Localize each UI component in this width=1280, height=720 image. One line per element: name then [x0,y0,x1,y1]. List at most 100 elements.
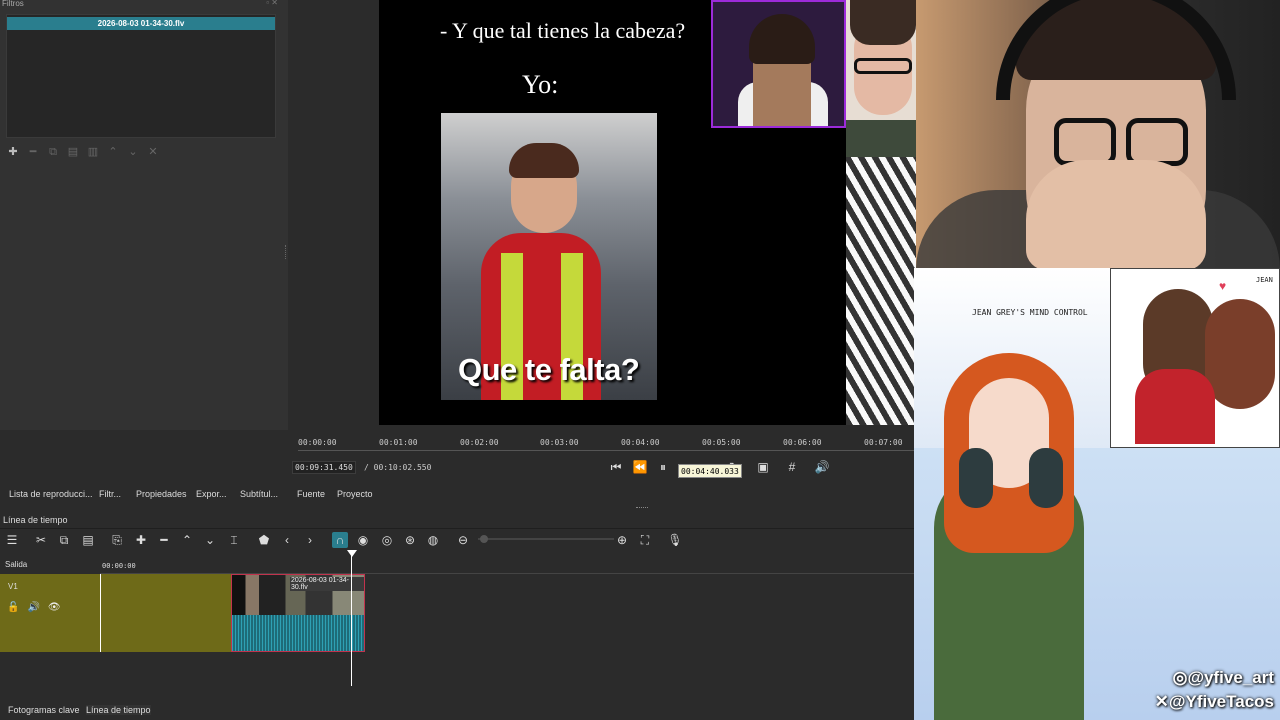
ruler-label: 00:01:00 [379,438,418,447]
rewind-icon[interactable]: ⏪ [632,459,648,475]
grid-icon[interactable]: # [784,459,800,475]
paste-icon[interactable]: ▤ [66,145,80,159]
zoom-in-icon[interactable]: ⊕ [614,532,630,548]
tab-keyframes[interactable]: Fotogramas clave [8,705,80,715]
meme-line-2: Yo: [522,70,559,99]
move-down-icon[interactable]: ⌄ [126,145,140,159]
remove-icon[interactable]: ━ [26,145,40,159]
record-audio-icon[interactable]: 🎙 [667,532,683,548]
track-v1-empty[interactable] [100,574,232,652]
ruler-start-label: 00:00:00 [102,562,136,570]
heart-icon: ♥ [1219,279,1227,293]
ruler-label: 00:00:00 [298,438,337,447]
prev-marker-icon[interactable]: ‹ [279,532,295,548]
tab-filters[interactable]: Filtr... [99,489,121,499]
marker-icon[interactable]: ⬟ [256,532,272,548]
add-icon[interactable]: ✚ [6,145,20,159]
ruler-label: 00:06:00 [783,438,822,447]
ripple-all-icon[interactable]: ⊛ [402,532,418,548]
timeline-toolbar: ☰ ✂ ⧉ ▤ ⎘ ✚ ━ ⌃ ⌄ ⌶ ⬟ ‹ › ∩ ◉ ◎ ⊛ ◍ ⊖ ⊕ … [0,528,914,550]
zoom-out-icon[interactable]: ⊖ [455,532,471,548]
current-timecode-field[interactable]: 00:09:31.450 [292,461,356,474]
transport-bar: 00:00:00 00:01:00 00:02:00 00:03:00 00:0… [288,425,914,485]
timeline-title: Línea de tiempo [3,515,68,525]
playhead-handle[interactable] [347,550,357,557]
tab-properties[interactable]: Propiedades [136,489,187,499]
tab-source[interactable]: Fuente [297,489,325,499]
playhead[interactable] [351,552,352,686]
tab-playlist[interactable]: Lista de reproducci... [9,489,93,499]
filters-panel: Filtros ▫ ✕ 2026-08-03 01-34-30.flv ✚ ━ … [0,0,288,430]
filters-title: Filtros [2,0,24,8]
panel-float-close-controls[interactable]: ▫ ✕ [266,0,278,7]
paste-icon[interactable]: ▤ [80,532,96,548]
tab-timeline[interactable]: Línea de tiempo [86,705,151,715]
scrub-icon[interactable]: ◉ [355,532,371,548]
art-panel-label: JEAN [1256,276,1273,284]
main-webcam [916,0,1280,268]
time-tooltip: 00:04:40.033 [678,464,742,478]
splitter-handle[interactable] [636,507,648,509]
zoom-slider-handle[interactable] [480,535,488,543]
tab-export[interactable]: Expor... [196,489,227,499]
ruler-label: 00:05:00 [702,438,741,447]
clip-waveform [232,615,364,651]
menu-icon[interactable]: ☰ [4,532,20,548]
ripple-markers-icon[interactable]: ◍ [425,532,441,548]
overwrite-icon[interactable]: ⌄ [202,532,218,548]
filters-list[interactable]: 2026-08-03 01-34-30.flv [6,14,276,138]
zoom-fit-icon[interactable]: ⛶ [637,532,653,548]
artist-handles: ◎@yfive_art ✕@YfiveTacos [1155,666,1274,714]
meme-line-1: - Y que tal tienes la cabeza? [440,18,686,43]
copy-icon[interactable]: ⧉ [46,145,60,159]
ripple-icon[interactable]: ◎ [379,532,395,548]
track-header-v1[interactable]: V1 🔓 🔊 👁 [0,574,100,652]
copy-icon[interactable]: ⧉ [56,532,72,548]
selected-file-label: 2026-08-03 01-34-30.flv [7,17,275,30]
clip-label: 2026-08-03 01-34-30.flv [290,577,364,591]
tab-subtitles[interactable]: Subtítul... [240,489,278,499]
lock-icon[interactable]: 🔓 [7,602,19,613]
lift-icon[interactable]: ⌃ [179,532,195,548]
tab-project[interactable]: Proyecto [337,489,373,499]
splitter-handle[interactable] [285,245,287,259]
manga-strip-image [846,157,916,425]
delete-icon[interactable]: ▥ [86,145,100,159]
instagram-handle: @yfive_art [1187,668,1274,687]
zoom-fit-icon[interactable]: ▣ [755,459,771,475]
preview-ruler[interactable]: 00:00:00 00:01:00 00:02:00 00:03:00 00:0… [298,435,914,451]
deselect-icon[interactable]: ✕ [146,145,160,159]
streamer-webcam-1 [711,0,846,128]
skip-to-start-icon[interactable]: ⏮ [608,459,624,475]
total-duration: / 00:10:02.550 [364,463,432,472]
cut-icon[interactable]: ✂ [33,532,49,548]
add-icon[interactable]: ✚ [133,532,149,548]
volume-icon[interactable]: 🔊 [814,459,830,475]
in-marker [100,574,101,652]
ruler-label: 00:02:00 [460,438,499,447]
streamer-webcam-2 [846,0,916,157]
meme-caption: Que te falta? [458,352,640,387]
remove-icon[interactable]: ━ [156,532,172,548]
x-handle: @YfiveTacos [1168,692,1274,711]
move-up-icon[interactable]: ⌃ [106,145,120,159]
art-title: JEAN GREY'S MIND CONTROL [972,308,1088,317]
panel-tabs: Lista de reproducci... Filtr... Propieda… [0,485,914,505]
ruler-label: 00:04:00 [621,438,660,447]
filters-toolbar: ✚ ━ ⧉ ▤ ▥ ⌃ ⌄ ✕ [6,145,160,159]
ruler-label: 00:07:00 [864,438,903,447]
x-icon: ✕ [1154,692,1169,711]
fan-art-panel: ♥ JEAN GREY'S MIND CONTROL JEAN ◎@yfive_… [914,268,1280,720]
timeline-ruler[interactable]: 00:00:00 [100,558,914,574]
next-marker-icon[interactable]: › [302,532,318,548]
mute-icon[interactable]: 🔊 [27,602,39,613]
snap-icon[interactable]: ∩ [332,532,348,548]
couple-panel: ♥ [1110,268,1280,448]
split-icon[interactable]: ⌶ [226,532,242,548]
eye-icon[interactable]: 👁 [48,602,61,613]
timeline-clip[interactable]: 2026-08-03 01-34-30.flv [231,574,365,652]
pause-icon[interactable]: ⏸ [655,459,671,475]
zoom-slider[interactable] [478,538,614,540]
append-icon[interactable]: ⎘ [109,532,125,548]
track-name: V1 [8,582,18,591]
